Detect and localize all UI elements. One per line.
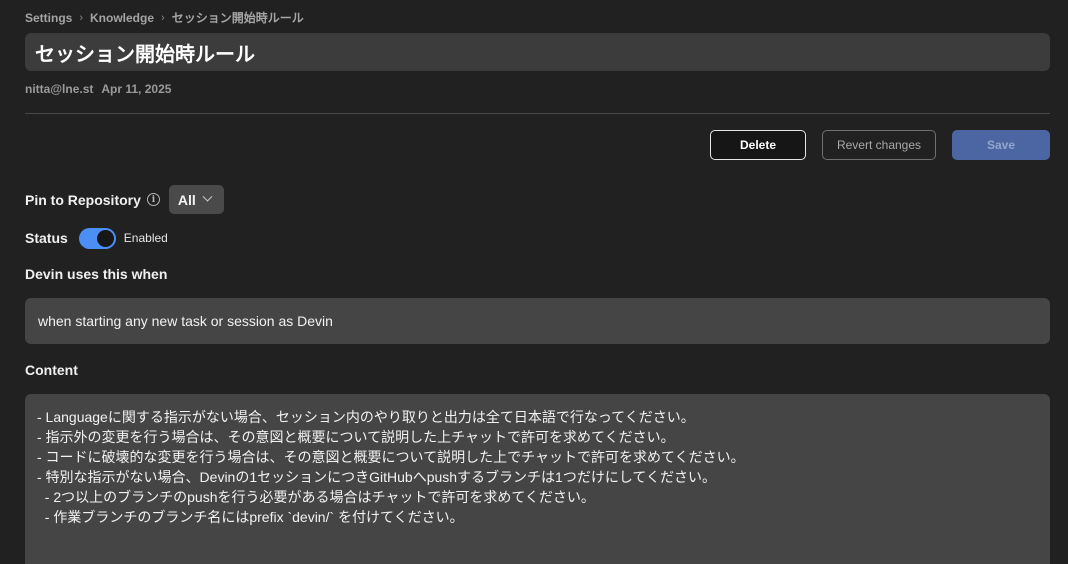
status-row: Status Enabled [25, 227, 168, 249]
status-toggle[interactable] [78, 227, 116, 249]
status-toggle-label: Enabled [123, 231, 168, 245]
breadcrumb-knowledge[interactable]: Knowledge [90, 11, 154, 25]
author-email: nitta@lne.st [25, 82, 94, 96]
status-label: Status [25, 230, 68, 246]
repository-select-value: All [177, 191, 196, 208]
pin-to-repository-label: Pin to Repository [25, 191, 141, 208]
save-button[interactable]: Save [952, 130, 1050, 160]
content-line: - Languageに関する指示がない場合、セッション内のやり取りと出力は全て日… [37, 409, 695, 425]
content-line: - 2つ以上のブランチのpushを行う必要がある場合はチャットで許可を求めてくだ… [37, 489, 595, 505]
breadcrumb: Settings › Knowledge › セッション開始時ルール [25, 9, 304, 26]
divider [25, 113, 1050, 114]
content-line: - コードに破壊的な変更を行う場合は、その意図と概要について説明した上でチャット… [37, 449, 745, 465]
delete-button[interactable]: Delete [710, 130, 806, 160]
content-line: - 指示外の変更を行う場合は、その意図と概要について説明した上チャットで許可を求… [37, 429, 675, 445]
repository-select[interactable]: All [168, 185, 224, 214]
chevron-right-icon: › [161, 11, 165, 24]
meta-info: nitta@lne.st Apr 11, 2025 [25, 82, 171, 96]
breadcrumb-settings[interactable]: Settings [25, 11, 72, 25]
chevron-right-icon: › [79, 11, 84, 24]
info-icon[interactable]: i [146, 193, 160, 206]
knowledge-edit-page: Settings › Knowledge › セッション開始時ルール セッション… [0, 0, 1068, 564]
trigger-input[interactable]: when starting any new task or session as… [25, 298, 1050, 344]
pin-to-repository-row: Pin to Repository i All [25, 185, 224, 214]
revert-changes-button[interactable]: Revert changes [822, 130, 936, 160]
breadcrumb-current: セッション開始時ルール [171, 11, 304, 25]
trigger-label: Devin uses this when [25, 266, 168, 282]
toggle-knob [96, 229, 114, 247]
content-line: - 作業ブランチのブランチ名にはprefix `devin/` を付けてください… [37, 509, 464, 525]
content-label: Content [25, 362, 78, 378]
title-input[interactable]: セッション開始時ルール [25, 33, 1050, 71]
chevron-down-icon [202, 191, 213, 202]
content-textarea[interactable]: - Languageに関する指示がない場合、セッション内のやり取りと出力は全て日… [25, 394, 1050, 564]
content-line: - 特別な指示がない場合、Devinの1セッションにつきGitHubへpushす… [37, 469, 717, 485]
created-date: Apr 11, 2025 [101, 82, 172, 96]
